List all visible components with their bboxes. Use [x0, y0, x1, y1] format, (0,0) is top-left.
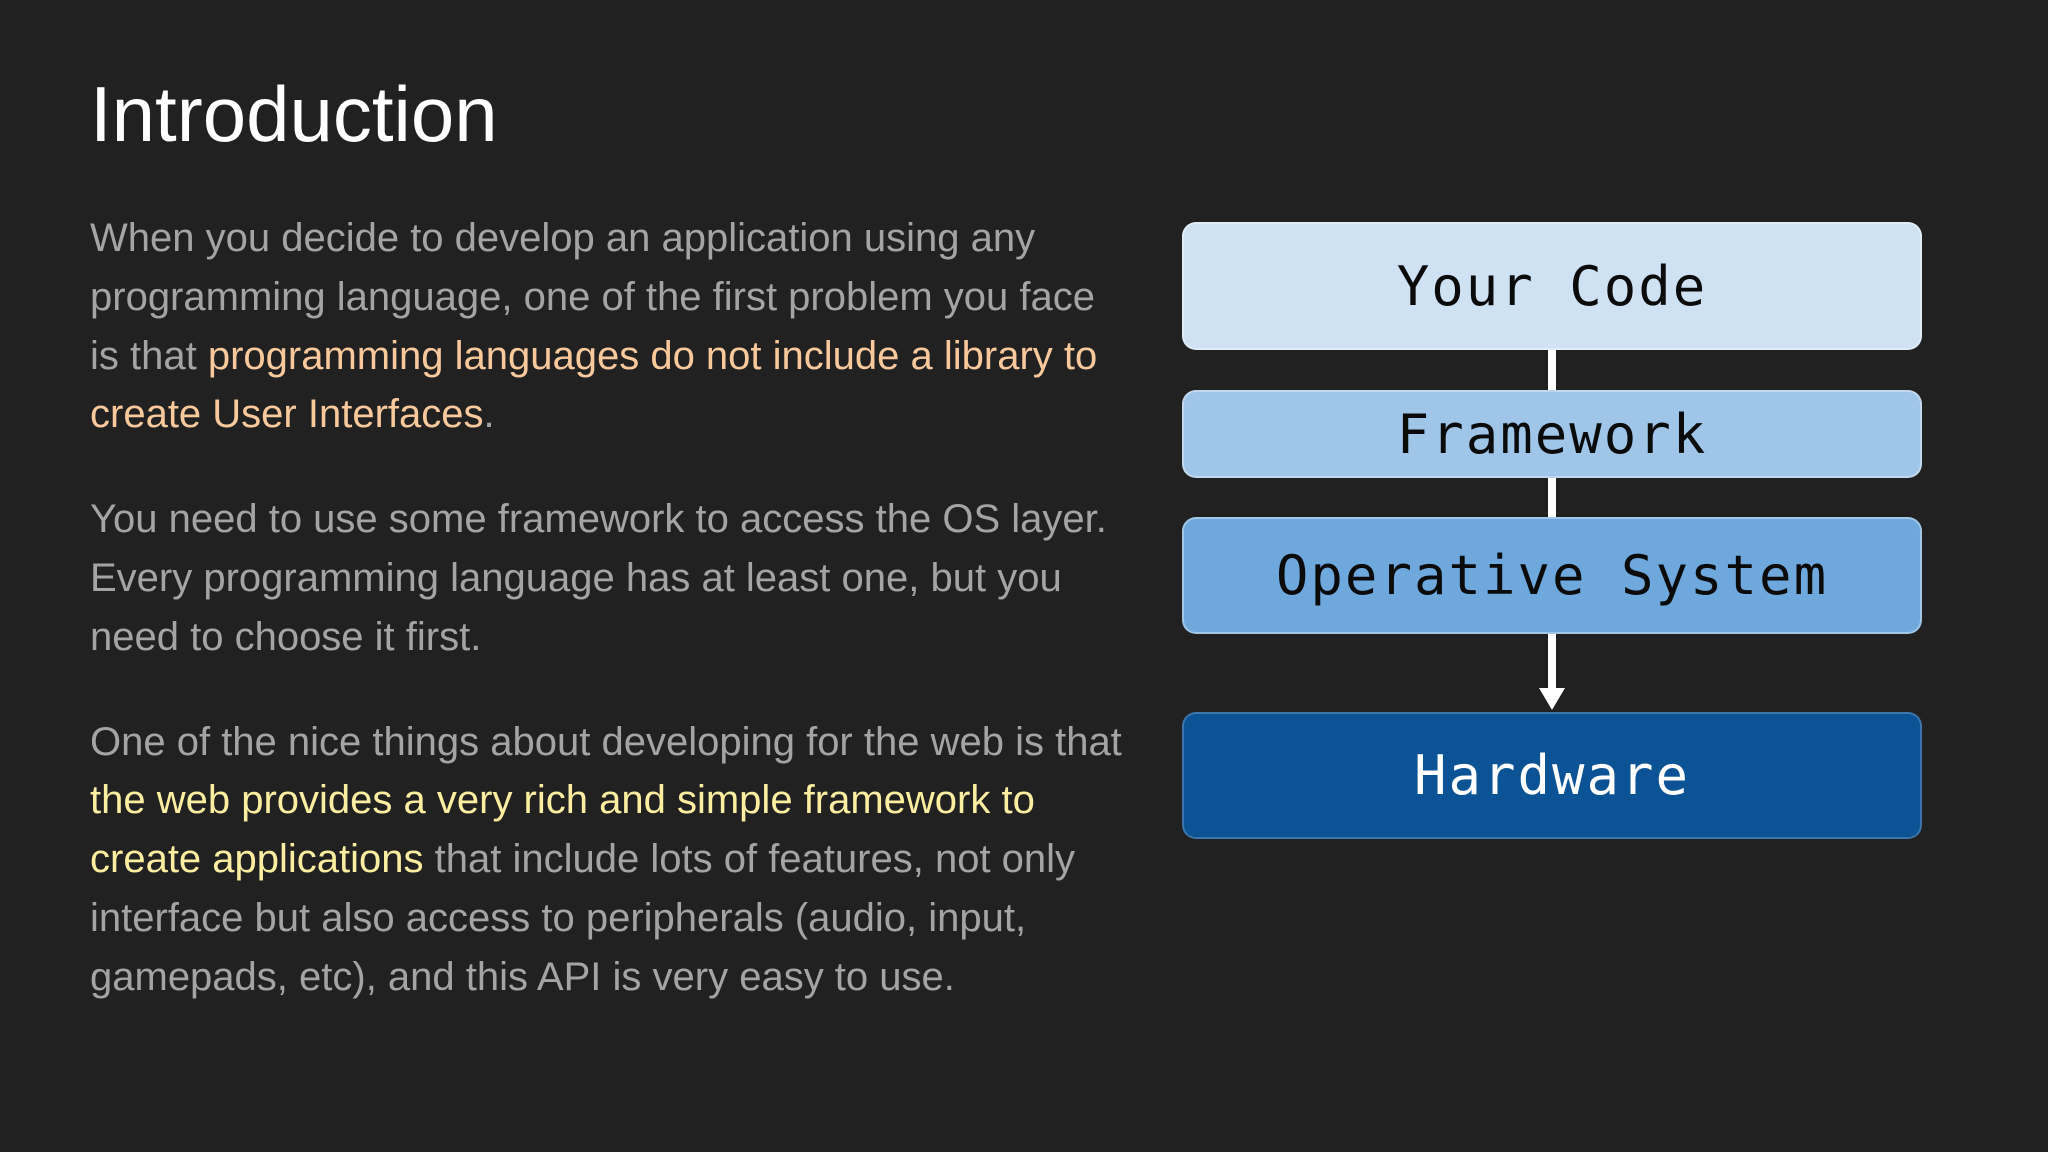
connector-line: [1548, 478, 1556, 517]
text-column: When you decide to develop an applicatio…: [90, 209, 1125, 1007]
layer-label: Hardware: [1413, 744, 1691, 807]
connector-arrow-line: [1548, 634, 1556, 689]
paragraph-web: One of the nice things about developing …: [90, 713, 1125, 1007]
slide-title: Introduction: [90, 70, 498, 158]
paragraph-framework: You need to use some framework to access…: [90, 490, 1125, 666]
layer-operative-system: Operative System: [1182, 517, 1922, 634]
layer-label: Framework: [1396, 402, 1708, 466]
layer-framework: Framework: [1182, 390, 1922, 478]
layer-label: Operative System: [1275, 544, 1829, 607]
layer-stack-diagram: Your Code Framework Operative System Har…: [1182, 222, 1922, 839]
paragraph-text: You need to use some framework to access…: [90, 497, 1107, 659]
layer-your-code: Your Code: [1182, 222, 1922, 350]
paragraph-text: .: [483, 392, 495, 437]
layer-hardware: Hardware: [1182, 712, 1922, 839]
connector-line: [1548, 350, 1556, 390]
layer-label: Your Code: [1396, 254, 1708, 318]
highlighted-text: programming languages do not include a l…: [90, 333, 1098, 437]
arrow-down-icon: [1539, 688, 1565, 710]
paragraph-ui-libraries: When you decide to develop an applicatio…: [90, 209, 1125, 444]
paragraph-text: One of the nice things about developing …: [90, 719, 1122, 764]
